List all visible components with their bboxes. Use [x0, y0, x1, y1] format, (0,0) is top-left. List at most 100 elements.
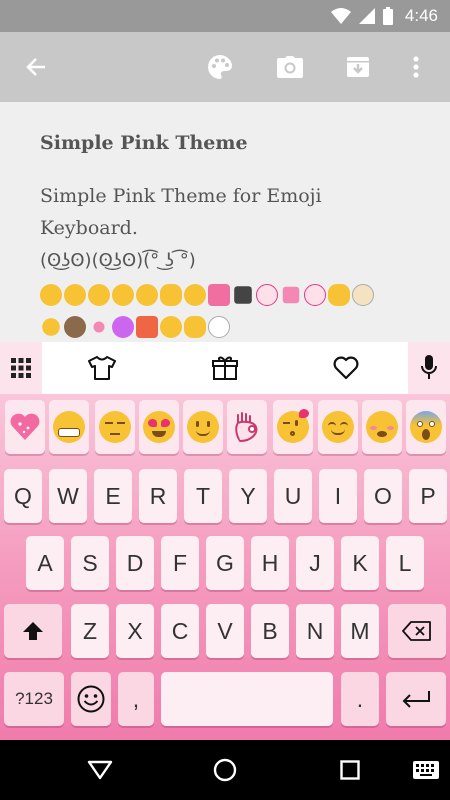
nav-recents-button[interactable]	[326, 740, 374, 800]
theme-tab[interactable]	[80, 342, 124, 394]
smile-face-icon	[187, 411, 219, 443]
grid-menu-button[interactable]	[0, 342, 42, 394]
key-g[interactable]: G	[206, 536, 244, 590]
key-b[interactable]: B	[251, 604, 289, 658]
backspace-key[interactable]	[388, 604, 446, 658]
more-vert-icon	[413, 56, 419, 78]
key-a[interactable]: A	[26, 536, 64, 590]
key-y[interactable]: Y	[229, 469, 267, 523]
hug-face-emoji-icon	[184, 316, 206, 338]
two-hearts-emoji-icon	[282, 286, 300, 304]
emoji-key-unamused[interactable]	[95, 400, 135, 454]
emoji-key-tired[interactable]	[362, 400, 402, 454]
enter-key[interactable]	[386, 672, 446, 726]
arrow-back-icon	[26, 58, 45, 76]
key-t[interactable]: T	[184, 469, 222, 523]
recents-square-icon	[340, 760, 360, 780]
nav-home-button[interactable]	[201, 740, 249, 800]
hands-face-emoji-icon	[328, 284, 350, 306]
emoji-key-sparkle-heart[interactable]	[5, 400, 45, 454]
voice-input-button[interactable]	[408, 342, 450, 394]
slight-smile-emoji-icon	[136, 284, 158, 306]
key-o[interactable]: O	[364, 469, 402, 523]
keyboard-switcher-button[interactable]	[408, 740, 444, 800]
scream-face-icon	[410, 411, 442, 443]
emoji-key-smile[interactable]	[183, 400, 223, 454]
key-e[interactable]: E	[94, 469, 132, 523]
key-l[interactable]: L	[386, 536, 424, 590]
key-h[interactable]: H	[251, 536, 289, 590]
key-p[interactable]: P	[409, 469, 447, 523]
note-body[interactable]: Simple Pink Theme for Emoji Keyboard.	[40, 180, 420, 244]
battery-icon	[382, 7, 393, 25]
tshirt-icon	[88, 356, 116, 380]
home-circle-icon	[213, 758, 237, 782]
gift-tab[interactable]	[203, 342, 247, 394]
palette-button[interactable]	[198, 32, 242, 102]
note-title[interactable]: Simple Pink Theme	[40, 132, 248, 154]
key-c[interactable]: C	[161, 604, 199, 658]
monkey-emoji-icon	[64, 316, 86, 338]
status-bar: 4:46	[0, 0, 450, 32]
camera-button[interactable]	[268, 32, 312, 102]
symbols-key[interactable]: ?123	[4, 672, 64, 726]
emoji-key-blush[interactable]	[318, 400, 358, 454]
sparkle-heart-icon	[10, 413, 40, 440]
space-key[interactable]	[161, 672, 333, 726]
heart-eyes-emoji-icon	[64, 284, 86, 306]
shift-key[interactable]	[4, 604, 62, 658]
key-z[interactable]: Z	[71, 604, 109, 658]
grin-emoji-icon	[40, 284, 62, 306]
emoji-switch-key[interactable]	[71, 672, 111, 726]
period-key[interactable]: .	[341, 672, 379, 726]
app-toolbar	[0, 32, 450, 102]
key-x[interactable]: X	[116, 604, 154, 658]
key-m[interactable]: M	[341, 604, 379, 658]
blush-face-icon	[322, 411, 354, 443]
key-k[interactable]: K	[341, 536, 379, 590]
more-options-button[interactable]	[398, 32, 434, 102]
eyes-emoji-icon	[93, 321, 105, 333]
unamused-face-icon	[99, 411, 131, 443]
note-editor[interactable]: Simple Pink Theme Simple Pink Theme for …	[0, 102, 450, 342]
hug-emoji-icon	[160, 284, 182, 306]
signal-icon	[358, 8, 375, 24]
enter-icon	[402, 691, 430, 708]
ok-hand-icon	[235, 412, 258, 442]
grin-sweat-emoji-icon	[160, 316, 182, 338]
key-s[interactable]: S	[71, 536, 109, 590]
emoji-key-ok-hand[interactable]	[227, 400, 267, 454]
key-q[interactable]: Q	[4, 469, 42, 523]
navigation-bar	[0, 740, 450, 800]
black-heart-emoji-icon	[234, 286, 252, 304]
clock: 4:46	[404, 6, 438, 25]
archive-button[interactable]	[336, 32, 380, 102]
key-f[interactable]: F	[161, 536, 199, 590]
nav-back-triangle-icon	[87, 760, 113, 780]
archive-icon	[347, 57, 369, 77]
key-j[interactable]: J	[296, 536, 334, 590]
nav-back-button[interactable]	[76, 740, 124, 800]
emoji-key-kiss[interactable]	[273, 400, 313, 454]
palette-icon	[208, 55, 232, 79]
heart-outline-icon	[333, 356, 359, 380]
note-emoji-row-2	[40, 316, 230, 338]
emoji-key-heart-eyes[interactable]	[139, 400, 179, 454]
back-button[interactable]	[14, 32, 58, 102]
key-v[interactable]: V	[206, 604, 244, 658]
note-kaomoji[interactable]: (ʘ͜ʖʘ)(ʘ͜ʖʘ)(͡° ͜ʖ ͡°)	[40, 250, 196, 271]
key-i[interactable]: I	[319, 469, 357, 523]
key-r[interactable]: R	[139, 469, 177, 523]
wifi-icon	[330, 8, 351, 24]
emoji-key-scream[interactable]	[406, 400, 446, 454]
chick-emoji-icon	[42, 318, 60, 336]
key-u[interactable]: U	[274, 469, 312, 523]
key-w[interactable]: W	[49, 469, 87, 523]
favorites-tab[interactable]	[324, 342, 368, 394]
comma-key[interactable]: ,	[118, 672, 154, 726]
shift-icon	[23, 622, 43, 640]
smiley-icon	[77, 685, 105, 713]
key-d[interactable]: D	[116, 536, 154, 590]
key-n[interactable]: N	[296, 604, 334, 658]
emoji-key-grimace[interactable]	[49, 400, 89, 454]
